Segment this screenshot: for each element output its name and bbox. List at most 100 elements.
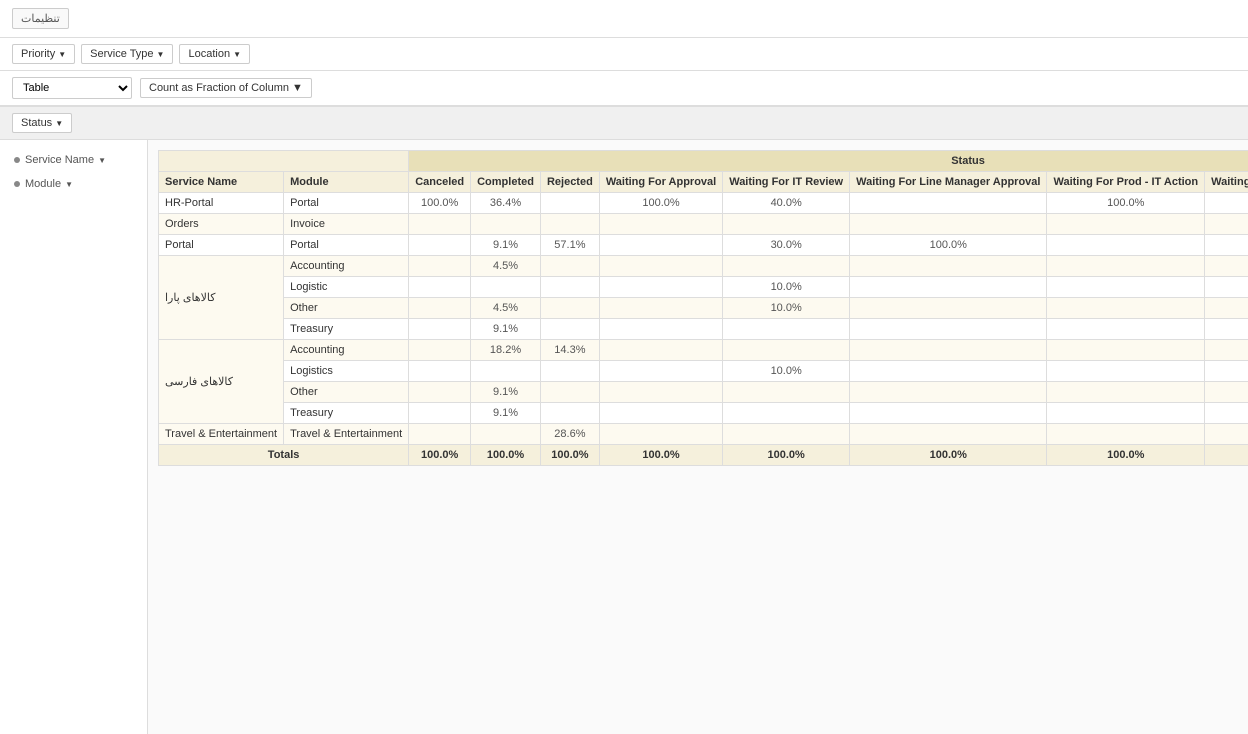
sidebar-item-service-name[interactable]: Service Name ▼ [8, 150, 139, 170]
cell-totals-value: 100.0% [599, 445, 722, 466]
cell-value [1205, 277, 1248, 298]
sidebar: Service Name ▼ Module ▼ [0, 140, 148, 734]
main-content: Service Name ▼ Module ▼ Status Service N… [0, 140, 1248, 734]
table-row: Other9.1%4.1% [159, 382, 1248, 403]
cell-value [850, 403, 1047, 424]
view-type-select[interactable]: Table Pivot [12, 77, 132, 99]
service-type-filter-btn[interactable]: Service Type ▼ [81, 44, 173, 64]
sidebar-module-label: Module [25, 178, 61, 190]
cell-module: Other [284, 382, 409, 403]
cell-value: 9.1% [471, 403, 541, 424]
cell-value [1047, 424, 1205, 445]
cell-module: Travel & Entertainment [284, 424, 409, 445]
cell-module: Accounting [284, 340, 409, 361]
th-waiting-it-review: Waiting For IT Review [723, 172, 850, 193]
cell-value [850, 193, 1047, 214]
cell-value [1205, 298, 1248, 319]
cell-value [723, 403, 850, 424]
priority-label: Priority [21, 48, 55, 60]
cell-service-name: کالاهای پارا [159, 256, 284, 340]
cell-value [540, 256, 599, 277]
priority-filter-btn[interactable]: Priority ▼ [12, 44, 75, 64]
location-filter-btn[interactable]: Location ▼ [179, 44, 250, 64]
cell-value [471, 361, 541, 382]
cell-value [1205, 214, 1248, 235]
cell-module: Treasury [284, 319, 409, 340]
cell-value [540, 382, 599, 403]
settings-label: تنظیمات [21, 13, 60, 25]
cell-value [471, 424, 541, 445]
dot-icon [14, 157, 20, 163]
table-row: OrdersInvoice25.0%2.0% [159, 214, 1248, 235]
cell-value [1205, 340, 1248, 361]
cell-value [723, 424, 850, 445]
cell-value: 10.0% [723, 361, 850, 382]
status-filter-btn[interactable]: Status ▼ [12, 113, 72, 133]
cell-value [1205, 256, 1248, 277]
cell-value [409, 319, 471, 340]
cell-value [540, 214, 599, 235]
service-type-arrow-icon: ▼ [157, 50, 165, 59]
sidebar-module-arrow-icon: ▼ [65, 180, 73, 189]
filters-bar: Priority ▼ Service Type ▼ Location ▼ [0, 38, 1248, 71]
cell-value: 57.1% [540, 235, 599, 256]
cell-value [471, 277, 541, 298]
cell-module: Portal [284, 193, 409, 214]
cell-value: 40.0% [723, 193, 850, 214]
cell-value [599, 361, 722, 382]
th-rejected: Rejected [540, 172, 599, 193]
cell-value [599, 319, 722, 340]
cell-service-name: Travel & Entertainment [159, 424, 284, 445]
cell-value: 4.5% [471, 298, 541, 319]
cell-value [850, 340, 1047, 361]
th-waiting-line-manager: Waiting For Line Manager Approval [850, 172, 1047, 193]
priority-arrow-icon: ▼ [58, 50, 66, 59]
table-row: Other4.5%10.0%4.1% [159, 298, 1248, 319]
table-row: Logistics10.0%2.0% [159, 361, 1248, 382]
cell-value [850, 256, 1047, 277]
table-row: Travel & EntertainmentTravel & Entertain… [159, 424, 1248, 445]
cell-value [850, 319, 1047, 340]
measure-button[interactable]: Count as Fraction of Column ▼ [140, 78, 312, 98]
location-label: Location [188, 48, 230, 60]
th-waiting-approval: Waiting For Approval [599, 172, 722, 193]
cell-value [540, 277, 599, 298]
cell-totals-value: 100.0% [471, 445, 541, 466]
cell-service-name: کالاهای فارسی [159, 340, 284, 424]
settings-button[interactable]: تنظیمات [12, 8, 69, 29]
top-bar: تنظیمات [0, 0, 1248, 38]
measure-label: Count as Fraction of Column [149, 82, 289, 94]
th-waiting-prod-it: Waiting For Prod - IT Action [1047, 172, 1205, 193]
status-label: Status [21, 117, 52, 129]
cell-value [599, 424, 722, 445]
cell-value [409, 361, 471, 382]
cell-value [409, 214, 471, 235]
table-row: کالاهای پاراAccounting4.5%2.0% [159, 256, 1248, 277]
th-completed: Completed [471, 172, 541, 193]
cell-value [723, 214, 850, 235]
cell-value: 50.0% [1205, 424, 1248, 445]
cell-value [599, 340, 722, 361]
cell-value [540, 361, 599, 382]
view-select-row: Table Pivot Count as Fraction of Column … [0, 71, 1248, 106]
sidebar-item-module[interactable]: Module ▼ [8, 174, 139, 194]
pivot-table: Status Service Name Module Canceled Comp… [158, 150, 1248, 466]
table-area: Status Service Name Module Canceled Comp… [148, 140, 1248, 734]
cell-value [599, 214, 722, 235]
cell-value [1047, 340, 1205, 361]
cell-value [599, 403, 722, 424]
cell-value [409, 340, 471, 361]
cell-module: Logistics [284, 361, 409, 382]
cell-service-name: Orders [159, 214, 284, 235]
cell-value: 36.4% [471, 193, 541, 214]
cell-value: 4.5% [471, 256, 541, 277]
cell-value [1047, 235, 1205, 256]
table-row: HR-PortalPortal100.0%36.4%100.0%40.0%100… [159, 193, 1248, 214]
cell-value: 30.0% [723, 235, 850, 256]
dot-icon [14, 181, 20, 187]
cell-service-name: Portal [159, 235, 284, 256]
table-row: کالاهای فارسیAccounting18.2%14.3%10.2% [159, 340, 1248, 361]
cell-value [723, 340, 850, 361]
cell-value [850, 214, 1047, 235]
cell-value [850, 424, 1047, 445]
